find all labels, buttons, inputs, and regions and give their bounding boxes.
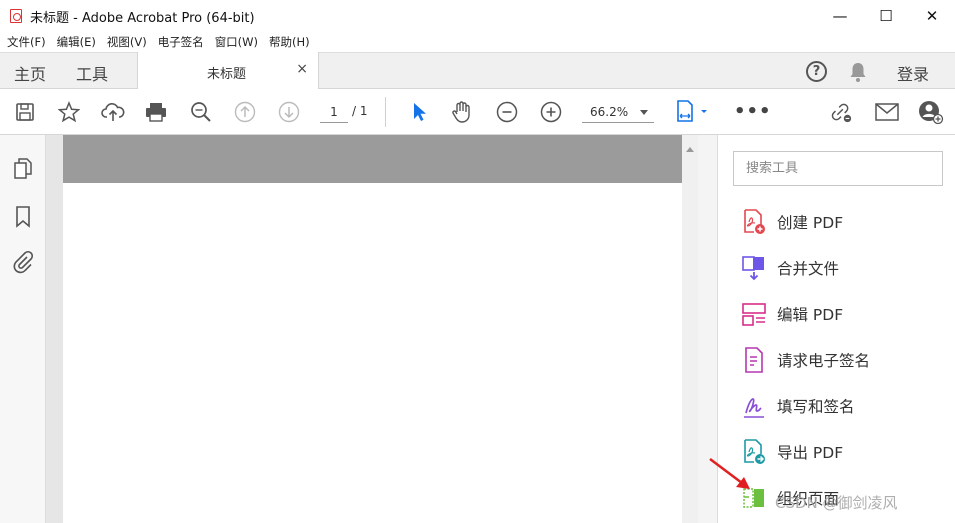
close-tab-icon[interactable]: × <box>296 61 308 77</box>
chevron-down-icon <box>640 110 648 115</box>
combine-files-icon <box>742 256 764 281</box>
left-navigation-pane <box>0 135 46 523</box>
close-window-button[interactable]: ✕ <box>909 0 955 32</box>
tool-edit-pdf[interactable]: 编辑 PDF <box>742 299 843 329</box>
request-signature-icon <box>745 347 763 373</box>
window-controls: — ☐ ✕ <box>817 0 955 32</box>
menu-edit[interactable]: 编辑(E) <box>57 34 96 50</box>
tool-combine-files[interactable]: 合并文件 <box>742 253 839 283</box>
edit-pdf-icon <box>742 303 766 326</box>
zoom-level-value: 66.2% <box>590 105 629 119</box>
scroll-up-arrow-icon[interactable] <box>686 147 694 152</box>
document-tab[interactable]: 未标题 × <box>137 52 319 90</box>
share-link-icon[interactable] <box>829 100 853 124</box>
bookmarks-icon[interactable] <box>12 205 34 228</box>
zoom-level-dropdown[interactable]: 66.2% <box>582 101 654 123</box>
menu-help[interactable]: 帮助(H) <box>269 34 310 50</box>
tab-bar: 主页 工具 未标题 × ? 登录 <box>0 52 955 90</box>
pdf-page[interactable] <box>63 183 682 523</box>
minimize-button[interactable]: — <box>817 0 863 32</box>
tool-label: 请求电子签名 <box>777 352 871 370</box>
page-fit-icon[interactable] <box>674 100 710 124</box>
zoom-out-icon[interactable] <box>495 100 519 124</box>
tool-request-signature[interactable]: 请求电子签名 <box>742 345 870 375</box>
page-thumbnails-icon[interactable] <box>12 157 34 179</box>
create-pdf-icon <box>744 209 765 234</box>
zoom-in-icon[interactable] <box>539 100 563 124</box>
attachments-icon[interactable] <box>12 250 34 274</box>
tool-create-pdf[interactable]: 创建 PDF <box>742 207 843 237</box>
more-tools-icon[interactable]: ••• <box>734 101 772 122</box>
title-bar: 未标题 - Adobe Acrobat Pro (64-bit) — ☐ ✕ <box>0 0 955 32</box>
menu-bar: 文件(F) 编辑(E) 视图(V) 电子签名 窗口(W) 帮助(H) <box>0 32 955 52</box>
tool-label: 合并文件 <box>777 260 840 278</box>
page-number-input[interactable]: 1 <box>320 101 348 123</box>
login-link[interactable]: 登录 <box>897 61 929 85</box>
maximize-button[interactable]: ☐ <box>863 0 909 32</box>
tool-fill-sign[interactable]: 填写和签名 <box>742 391 855 421</box>
vertical-scrollbar[interactable] <box>682 135 698 523</box>
zoom-search-icon[interactable] <box>189 100 213 124</box>
upload-cloud-icon[interactable] <box>101 100 125 124</box>
next-page-icon[interactable] <box>277 100 301 124</box>
select-cursor-icon[interactable] <box>407 100 431 124</box>
main-toolbar: 1 / 1 66.2% ••• <box>0 89 955 135</box>
menu-file[interactable]: 文件(F) <box>7 34 46 50</box>
page-header-band <box>63 135 682 183</box>
save-icon[interactable] <box>13 100 37 124</box>
page-total: / 1 <box>352 104 368 118</box>
tool-label: 创建 PDF <box>777 214 844 232</box>
add-user-icon[interactable] <box>918 100 944 124</box>
toolbar-divider <box>385 97 386 127</box>
notification-bell-icon[interactable] <box>848 61 868 87</box>
hand-tool-icon[interactable] <box>450 100 474 124</box>
window-title: 未标题 - Adobe Acrobat Pro (64-bit) <box>30 10 255 26</box>
email-icon[interactable] <box>874 100 900 124</box>
watermark: CSDN @御剑凌风 <box>775 494 898 512</box>
tab-tools[interactable]: 工具 <box>76 61 108 85</box>
bookmark-star-icon[interactable] <box>57 100 81 124</box>
menu-e-signature[interactable]: 电子签名 <box>158 34 204 50</box>
search-tools-input[interactable]: 搜索工具 <box>733 151 943 186</box>
tab-home[interactable]: 主页 <box>14 61 46 85</box>
print-icon[interactable] <box>144 100 168 124</box>
tool-export-pdf[interactable]: 导出 PDF <box>742 437 843 467</box>
tool-label: 填写和签名 <box>777 398 855 416</box>
tool-label: 编辑 PDF <box>777 306 844 324</box>
document-tab-title: 未标题 <box>207 67 247 82</box>
acrobat-app-icon <box>10 9 22 23</box>
previous-page-icon[interactable] <box>233 100 257 124</box>
fill-sign-icon <box>744 398 764 418</box>
menu-view[interactable]: 视图(V) <box>107 34 147 50</box>
document-view[interactable] <box>46 135 698 523</box>
annotation-arrow-icon <box>709 458 750 489</box>
help-icon[interactable]: ? <box>806 61 827 82</box>
menu-window[interactable]: 窗口(W) <box>215 34 258 50</box>
tool-label: 导出 PDF <box>777 444 844 462</box>
